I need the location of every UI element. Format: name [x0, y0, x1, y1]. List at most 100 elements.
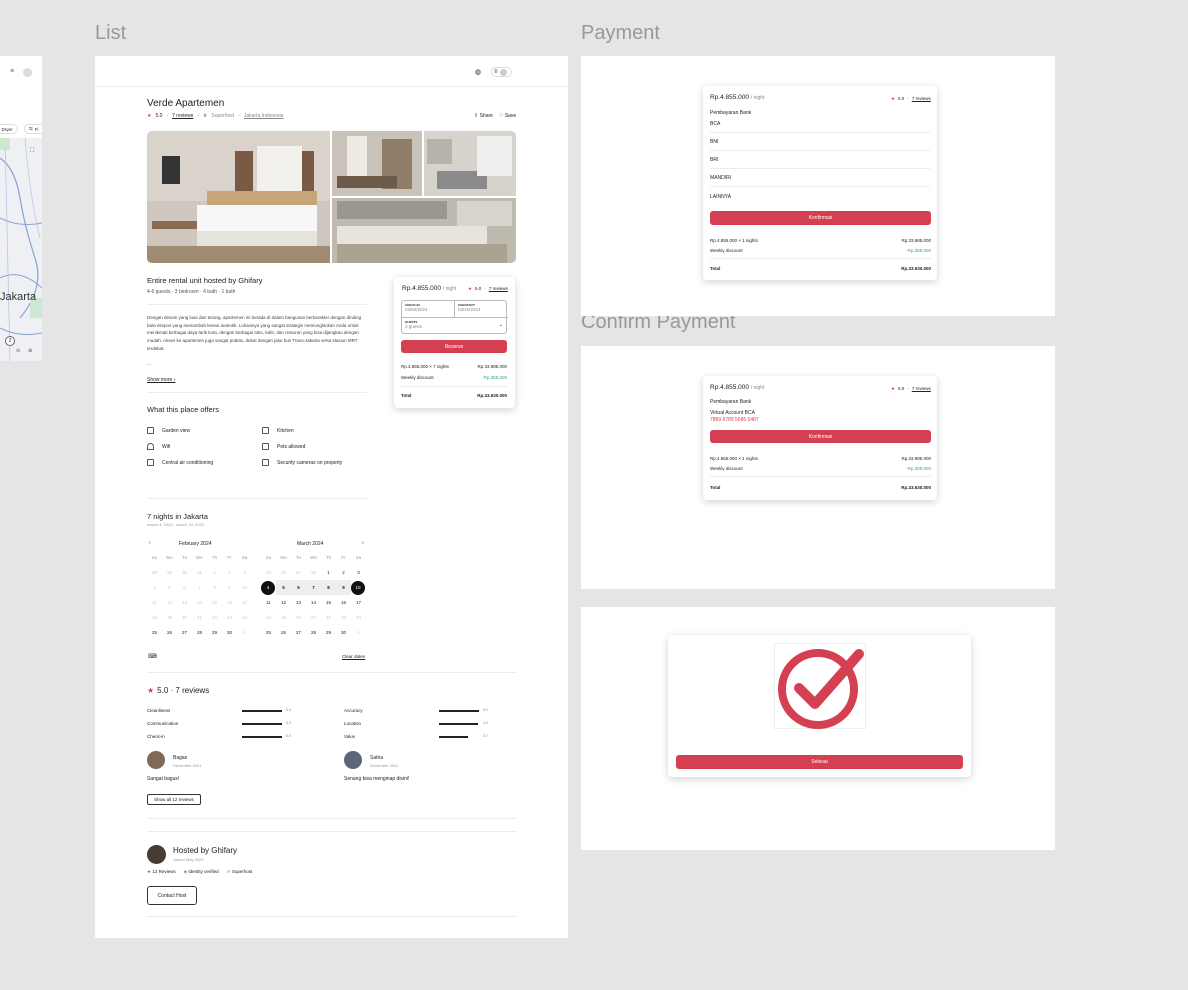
reviews-link[interactable]: 7 reviews [172, 113, 193, 119]
host-avatar [147, 845, 166, 864]
share-button[interactable]: ⇪ Share [474, 113, 493, 119]
date-guest-picker[interactable]: CHECK-IN 03/04/2024 CHECKOUT 03/10/2024 … [401, 300, 508, 335]
filter-chip[interactable]: ⇆ Fi [24, 124, 42, 134]
expand-icon[interactable]: ⛶ [30, 148, 34, 155]
calendar-day[interactable]: 27 [291, 625, 306, 640]
reviews-link[interactable]: 7 reviews [489, 286, 508, 292]
calendar-day[interactable]: 15 [321, 595, 336, 610]
show-all-reviews-button[interactable]: Show all 12 reviews [147, 794, 201, 805]
reviewer-name: Bagas [173, 755, 188, 761]
weekday-label: Mo [280, 555, 287, 560]
prev-month-icon[interactable]: ‹ [149, 540, 151, 546]
calendar-day[interactable]: 4 [261, 580, 275, 595]
rating-value: 4.9 [483, 721, 488, 725]
calendar-day[interactable]: 16 [336, 595, 351, 610]
konfirmasi-button[interactable]: Konfirmasi [710, 211, 931, 225]
calendar-day[interactable]: 26 [162, 625, 177, 640]
bank-option-bni[interactable]: BNI [710, 139, 718, 145]
calendar-march[interactable]: Su Mo Tu We Th Fr Sa 25 26 27 28 1 2 3 4 5 6 7 8 9 10 11 12 13 1… [261, 550, 366, 640]
calendar-day[interactable]: 3 [351, 565, 366, 580]
show-more-link[interactable]: Show more › [147, 377, 175, 383]
user-menu-button[interactable]: ≡ [491, 67, 512, 77]
weekday-label: Th [325, 555, 332, 560]
filter-chip-dryer[interactable]: Dryer [0, 124, 18, 134]
success-check-icon [774, 643, 866, 729]
reviewer-avatar-bagas [147, 751, 165, 769]
zoom-out-icon[interactable]: ⊖ [16, 348, 20, 354]
checkout-field[interactable]: CHECKOUT 03/10/2024 [455, 301, 508, 318]
calendar-day[interactable]: 29 [321, 625, 336, 640]
weekday-label: Sa [355, 555, 362, 560]
calendar-day[interactable]: 30 [336, 625, 351, 640]
rating-value: 5.0 [286, 734, 291, 738]
virtual-account-label: Virtual Account BCA [710, 410, 755, 416]
calendar-day[interactable]: 5 [276, 580, 291, 595]
keyboard-icon[interactable]: ⌨ [148, 653, 157, 660]
weekday-label: Th [211, 555, 218, 560]
calendar-day: 2 [228, 570, 231, 575]
calendar-day[interactable]: 2 [336, 565, 351, 580]
calendar-day[interactable]: 12 [276, 595, 291, 610]
calendar-day[interactable]: 25 [147, 625, 162, 640]
calendar-day[interactable]: 9 [336, 580, 351, 595]
zoom-in-icon[interactable]: ⊕ [28, 348, 32, 354]
menu-icon[interactable]: ≡ [10, 68, 14, 75]
map[interactable] [0, 137, 42, 361]
calendar-day[interactable]: 1 [321, 565, 336, 580]
location-link[interactable]: Jakarta,Indonesia [244, 113, 283, 119]
reviews-link[interactable]: 7 reviews [912, 386, 931, 392]
calendar-day: 28 [151, 570, 157, 575]
calendar-day[interactable]: 25 [261, 625, 276, 640]
weekday-label: Mo [166, 555, 173, 560]
rating-bar [439, 710, 479, 712]
leaf-icon [147, 427, 154, 434]
rating-category: Check-in [147, 734, 165, 739]
bank-option-mandiri[interactable]: MANDIRI [710, 175, 731, 181]
save-button[interactable]: ♡ Save [499, 113, 516, 119]
photo-gallery[interactable] [147, 131, 516, 263]
checkin-field[interactable]: CHECK-IN 03/04/2024 [402, 301, 455, 318]
calendar-day[interactable]: 27 [177, 625, 192, 640]
rating-value: 5.0 [483, 708, 488, 712]
calendar-february[interactable]: Su Mo Tu We Th Fr Sa 28 29 30 31 1 2 3 4 5 6 7 8 9 10 11 12 13 1… [147, 550, 252, 640]
calendar-day[interactable]: 14 [306, 595, 321, 610]
selesai-button[interactable]: Selesai [676, 755, 963, 769]
calendar-day[interactable]: 28 [192, 625, 207, 640]
bank-option-bca[interactable]: BCA [710, 121, 720, 127]
guests-field[interactable]: GUESTS 2 guests ⌄ [402, 318, 508, 335]
reserve-button[interactable]: Reserve [401, 340, 507, 353]
listing-actions: ⇪ Share ♡ Save [474, 113, 516, 119]
reviews-link[interactable]: 7 reviews [912, 96, 931, 102]
calendar-day: 19 [166, 615, 172, 620]
rating-category: Communication [147, 721, 179, 726]
contact-host-button[interactable]: Contact Host [147, 886, 197, 905]
calendar-day[interactable]: 13 [291, 595, 306, 610]
calendar-day[interactable]: 7 [306, 580, 321, 595]
fridge-icon [262, 427, 269, 434]
calendar-day: 21 [196, 615, 202, 620]
confirm-price-line: Rp.4.855.000 / night [710, 384, 765, 391]
calendar-day[interactable]: 17 [351, 595, 366, 610]
booking-price-line: Rp.4.855.000 / night [402, 285, 457, 292]
calendar-day[interactable]: 26 [276, 625, 291, 640]
next-month-icon[interactable]: › [362, 540, 364, 546]
calendar-day[interactable]: 6 [291, 580, 306, 595]
map-cluster-badge[interactable]: 2 [5, 336, 15, 346]
calendar-day[interactable]: 8 [321, 580, 336, 595]
konfirmasi-button[interactable]: Konfirmasi [710, 430, 931, 443]
bank-option-lainnya[interactable]: LAINNYA [710, 194, 731, 200]
calendar-day[interactable]: 11 [261, 595, 276, 610]
calendar-day: 4 [153, 585, 156, 590]
calendar-day: 7 [198, 585, 201, 590]
avatar[interactable] [23, 68, 32, 77]
calendar-day[interactable]: 30 [222, 625, 237, 640]
rating-category: Location [344, 721, 362, 726]
globe-icon[interactable]: ◍ [475, 68, 481, 76]
calendar-day[interactable]: 29 [207, 625, 222, 640]
calendar-day[interactable]: 10 [351, 580, 365, 595]
clear-dates-link[interactable]: Clear dates [342, 654, 365, 659]
bank-option-bri[interactable]: BRI [710, 157, 718, 163]
amenity-garden: Garden view [147, 427, 190, 434]
calendar-day[interactable]: 28 [306, 625, 321, 640]
rating-category: Cleanliness [147, 708, 171, 713]
